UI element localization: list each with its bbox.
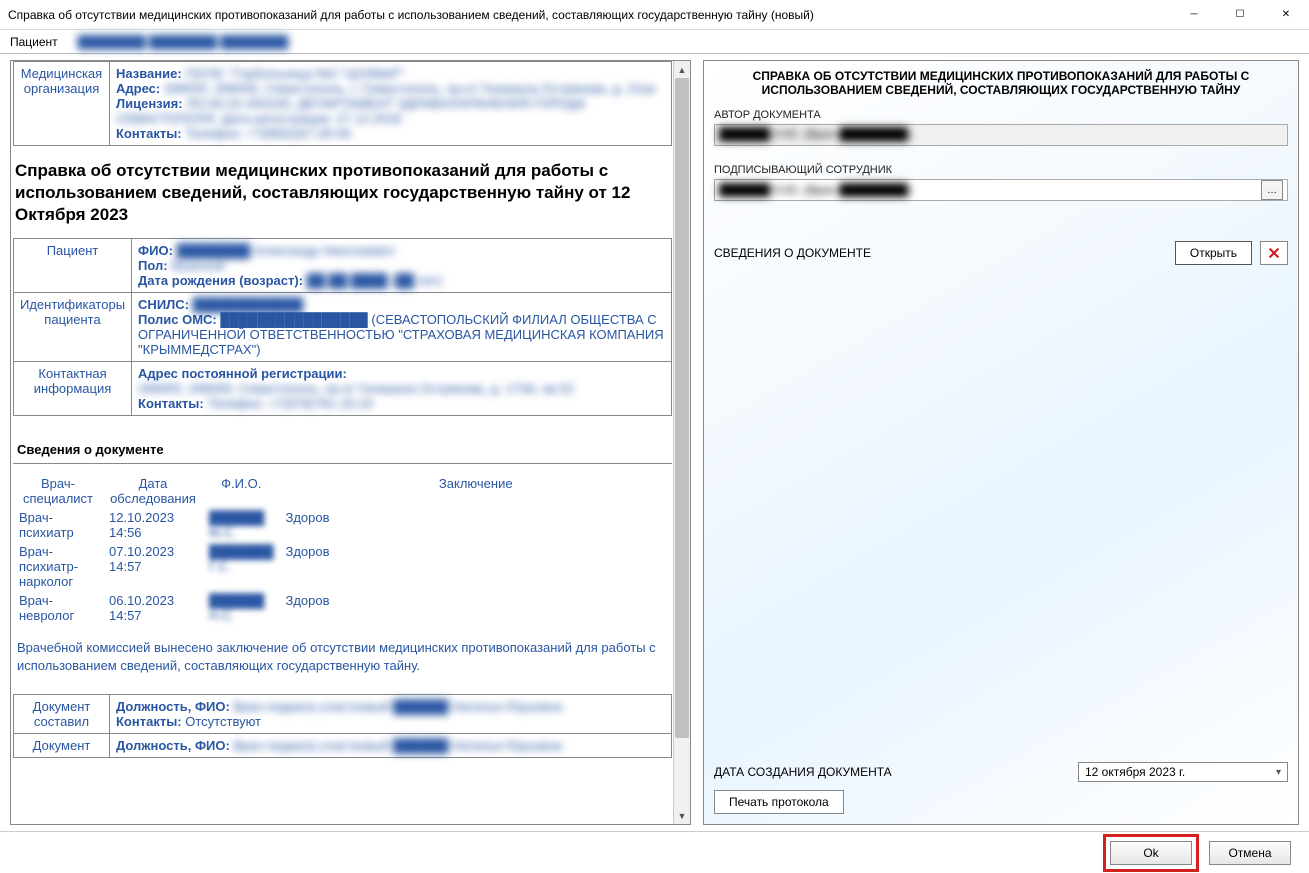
vertical-scrollbar[interactable]: ▲ ▼ <box>673 61 690 824</box>
right-pane: СПРАВКА ОБ ОТСУТСТВИИ МЕДИЦИНСКИХ ПРОТИВ… <box>693 54 1309 831</box>
org-name-value: ГБУЗС "Горбольница №5 "ЦОЗМиР" <box>185 66 404 81</box>
exam-cell: 12.10.2023 14:56 <box>103 508 203 542</box>
document-heading: Справка об отсутствии медицинских против… <box>15 160 670 226</box>
print-protocol-button[interactable]: Печать протокола <box>714 790 844 814</box>
ids-snils-value: ████████████ <box>193 297 304 312</box>
scroll-down-icon[interactable]: ▼ <box>674 807 690 824</box>
exam-cell: Здоров <box>279 591 672 625</box>
delete-doc-button[interactable] <box>1260 241 1288 265</box>
exam-row: Врач-психиатр-нарколог 07.10.2023 14:57 … <box>13 542 672 591</box>
minimize-button[interactable]: ─ <box>1171 0 1217 30</box>
footer: Ok Отмена <box>0 831 1309 873</box>
signer-browse-button[interactable]: … <box>1261 180 1283 200</box>
exam-col-spec: Врач-специалист <box>13 474 103 508</box>
org-name-label: Название: <box>116 66 182 81</box>
patient-fio-value: ████████ Александр Николаевич <box>177 243 395 258</box>
org-section-label: Медицинская организация <box>14 62 110 146</box>
contact-addr-value: 299055, 299000, Севастополь, пр-кт Генер… <box>138 381 574 396</box>
patient-section-label: Пациент <box>14 239 132 293</box>
scroll-thumb[interactable] <box>675 78 689 738</box>
patient-fio-label: ФИО: <box>138 243 173 258</box>
composed-row2-label: Документ <box>14 734 110 758</box>
patient-dob-value: ██.██.████ (██ лет) <box>307 273 443 288</box>
red-x-icon <box>1267 246 1281 260</box>
patient-bar: Пациент ████████ ████████ ████████ <box>0 30 1309 54</box>
left-pane: Медицинская организация Название: ГБУЗС … <box>0 54 693 831</box>
exam-table: Врач-специалист Дата обследования Ф.И.О.… <box>13 474 672 625</box>
exam-cell: ███████ Г.С. <box>209 544 273 574</box>
contact-section-label: Контактная информация <box>14 362 132 416</box>
maximize-button[interactable]: ☐ <box>1217 0 1263 30</box>
patient-bar-label: Пациент <box>10 35 58 49</box>
exam-cell: ██████ Н.С. <box>209 593 264 623</box>
exam-row: Врач-психиатр 12.10.2023 14:56 ██████ М.… <box>13 508 672 542</box>
window-title: Справка об отсутствии медицинских против… <box>8 8 1171 22</box>
ids-polis-label: Полис ОМС: <box>138 312 217 327</box>
ids-polis-value: ████████████████ (СЕВАСТОПОЛЬСКИЙ ФИЛИАЛ… <box>138 312 664 357</box>
exam-col-concl: Заключение <box>279 474 672 508</box>
signer-input[interactable] <box>719 183 1257 197</box>
docinfo-subhead: Сведения о документе <box>17 442 668 457</box>
patient-table: Пациент ФИО: ████████ Александр Николаев… <box>13 238 672 416</box>
patient-dob-label: Дата рождения (возраст): <box>138 273 303 288</box>
date-picker[interactable]: 12 октября 2023 г. ▾ <box>1078 762 1288 782</box>
cancel-button[interactable]: Отмена <box>1209 841 1291 865</box>
org-cont-value: Телефон: +7(8692)67-29-56 <box>185 126 351 141</box>
composed-table: Документ составил Должность, ФИО: Врач-п… <box>13 694 672 758</box>
open-button[interactable]: Открыть <box>1175 241 1252 265</box>
exam-row: Врач-невролог 06.10.2023 14:57 ██████ Н.… <box>13 591 672 625</box>
author-field[interactable]: ██████ Н.Ю. (Врач-████████) <box>714 124 1288 146</box>
date-value: 12 октября 2023 г. <box>1085 765 1185 779</box>
calendar-dropdown-icon[interactable]: ▾ <box>1276 767 1281 778</box>
exam-col-date: Дата обследования <box>103 474 203 508</box>
composed-row1-label: Документ составил <box>14 695 110 734</box>
exam-cell: Здоров <box>279 542 672 591</box>
author-label: АВТОР ДОКУМЕНТА <box>714 109 1288 121</box>
ok-highlight: Ok <box>1103 834 1199 872</box>
exam-cell: Врач-невролог <box>13 591 103 625</box>
contact-cont-value: Телефон: +7(978)791-19-19 <box>207 396 373 411</box>
composed-post2-value: Врач-педиатр участковый ██████ Наталья Ю… <box>233 738 562 753</box>
ids-snils-label: СНИЛС: <box>138 297 189 312</box>
composed-cont-value: Отсутствуют <box>185 714 261 729</box>
composed-post-label: Должность, ФИО: <box>116 699 230 714</box>
date-label: ДАТА СОЗДАНИЯ ДОКУМЕНТА <box>714 765 892 779</box>
author-value: ██████ Н.Ю. (Врач-████████) <box>719 127 911 141</box>
org-cont-label: Контакты: <box>116 126 182 141</box>
org-table: Медицинская организация Название: ГБУЗС … <box>13 61 672 146</box>
composed-post2-label: Должность, ФИО: <box>116 738 230 753</box>
patient-sex-label: Пол: <box>138 258 168 273</box>
ids-section-label: Идентификаторы пациента <box>14 293 132 362</box>
separator <box>13 463 672 464</box>
patient-bar-name[interactable]: ████████ ████████ ████████ <box>78 35 289 49</box>
patient-sex-value: Мужской <box>171 258 224 273</box>
org-lic-value: ЛО-92-01-000160, ДЕПАРТАМЕНТ ЗДРАВООХРАН… <box>116 96 586 126</box>
org-addr-value: 299055, 299000, Севастополь, г. Севастоп… <box>164 81 655 96</box>
exam-cell: ██████ М.С. <box>209 510 264 540</box>
close-button[interactable]: ✕ <box>1263 0 1309 30</box>
right-heading: СПРАВКА ОБ ОТСУТСТВИИ МЕДИЦИНСКИХ ПРОТИВ… <box>714 69 1288 97</box>
exam-cell: Врач-психиатр-нарколог <box>13 542 103 591</box>
docinfo-label: СВЕДЕНИЯ О ДОКУМЕНТЕ <box>714 246 871 260</box>
signer-label: ПОДПИСЫВАЮЩИЙ СОТРУДНИК <box>714 164 1288 176</box>
exam-cell: Здоров <box>279 508 672 542</box>
conclusion-text: Врачебной комиссией вынесено заключение … <box>17 639 668 674</box>
exam-cell: 06.10.2023 14:57 <box>103 591 203 625</box>
contact-addr-label: Адрес постоянной регистрации: <box>138 366 347 381</box>
exam-cell: Врач-психиатр <box>13 508 103 542</box>
org-addr-label: Адрес: <box>116 81 160 96</box>
composed-post-value: Врач-педиатр участковый ██████ Наталья Ю… <box>233 699 562 714</box>
exam-col-fio: Ф.И.О. <box>203 474 279 508</box>
scroll-up-icon[interactable]: ▲ <box>674 61 690 78</box>
document-scrollbox: Медицинская организация Название: ГБУЗС … <box>10 60 691 825</box>
ok-button[interactable]: Ok <box>1110 841 1192 865</box>
contact-cont-label: Контакты: <box>138 396 204 411</box>
composed-cont-label: Контакты: <box>116 714 182 729</box>
exam-cell: 07.10.2023 14:57 <box>103 542 203 591</box>
signer-field[interactable]: … <box>714 179 1288 201</box>
titlebar: Справка об отсутствии медицинских против… <box>0 0 1309 30</box>
org-lic-label: Лицензия: <box>116 96 183 111</box>
